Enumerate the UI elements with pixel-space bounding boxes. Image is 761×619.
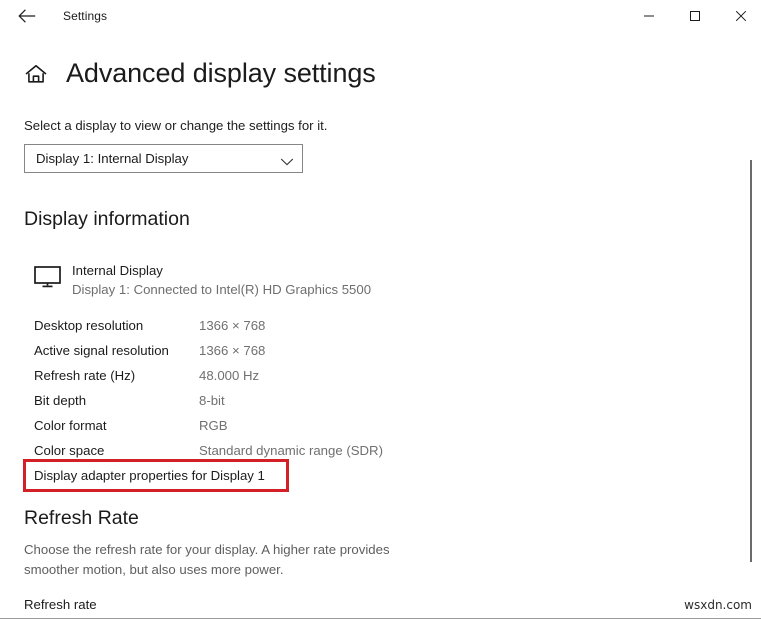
info-label: Color format bbox=[34, 418, 107, 433]
close-button[interactable] bbox=[718, 0, 761, 31]
info-value: 1366 × 768 bbox=[199, 343, 266, 358]
info-value: RGB bbox=[199, 418, 228, 433]
app-title: Settings bbox=[63, 9, 108, 23]
monitor-name: Internal Display bbox=[72, 263, 163, 278]
maximize-icon bbox=[689, 10, 701, 22]
minimize-icon bbox=[643, 10, 655, 22]
scrollbar-thumb[interactable] bbox=[750, 160, 752, 562]
chevron-down-icon bbox=[280, 154, 294, 166]
refresh-rate-description: Choose the refresh rate for your display… bbox=[24, 542, 390, 577]
table-row: Desktop resolution 1366 × 768 bbox=[34, 315, 514, 340]
display-adapter-properties-link[interactable]: Display adapter properties for Display 1 bbox=[34, 467, 265, 485]
table-row: Refresh rate (Hz) 48.000 Hz bbox=[34, 365, 514, 390]
maximize-button[interactable] bbox=[672, 0, 718, 31]
home-icon[interactable] bbox=[22, 60, 50, 88]
display-select-dropdown[interactable]: Display 1: Internal Display bbox=[24, 144, 303, 173]
info-label: Bit depth bbox=[34, 393, 87, 408]
info-label: Refresh rate (Hz) bbox=[34, 368, 136, 383]
refresh-rate-heading: Refresh Rate bbox=[24, 507, 139, 529]
table-row: Color format RGB bbox=[34, 415, 514, 440]
display-select-value: Display 1: Internal Display bbox=[36, 151, 189, 166]
back-button[interactable] bbox=[6, 1, 48, 31]
close-icon bbox=[735, 10, 747, 22]
info-label: Active signal resolution bbox=[34, 343, 169, 358]
info-label: Color space bbox=[34, 443, 105, 458]
info-label: Desktop resolution bbox=[34, 318, 144, 333]
display-information-table: Desktop resolution 1366 × 768 Active sig… bbox=[34, 315, 514, 465]
info-value: 8-bit bbox=[199, 393, 225, 408]
back-arrow-icon bbox=[18, 9, 36, 23]
refresh-rate-field-label: Refresh rate bbox=[24, 597, 97, 612]
minimize-button[interactable] bbox=[626, 0, 672, 31]
monitor-subtitle: Display 1: Connected to Intel(R) HD Grap… bbox=[72, 282, 372, 297]
title-bar: Settings bbox=[0, 0, 761, 32]
info-value: 1366 × 768 bbox=[199, 318, 266, 333]
monitor-icon bbox=[34, 266, 61, 288]
info-value: Standard dynamic range (SDR) bbox=[199, 443, 383, 458]
table-row: Bit depth 8-bit bbox=[34, 390, 514, 415]
page-title: Advanced display settings bbox=[66, 58, 376, 88]
info-value: 48.000 Hz bbox=[199, 368, 260, 383]
monitor-summary-row: Internal Display Display 1: Connected to… bbox=[34, 262, 454, 302]
vertical-scrollbar[interactable] bbox=[744, 32, 761, 619]
select-display-description: Select a display to view or change the s… bbox=[24, 118, 328, 133]
display-information-heading: Display information bbox=[24, 208, 190, 230]
table-row: Active signal resolution 1366 × 768 bbox=[34, 340, 514, 365]
watermark: wsxdn.com bbox=[684, 598, 752, 612]
